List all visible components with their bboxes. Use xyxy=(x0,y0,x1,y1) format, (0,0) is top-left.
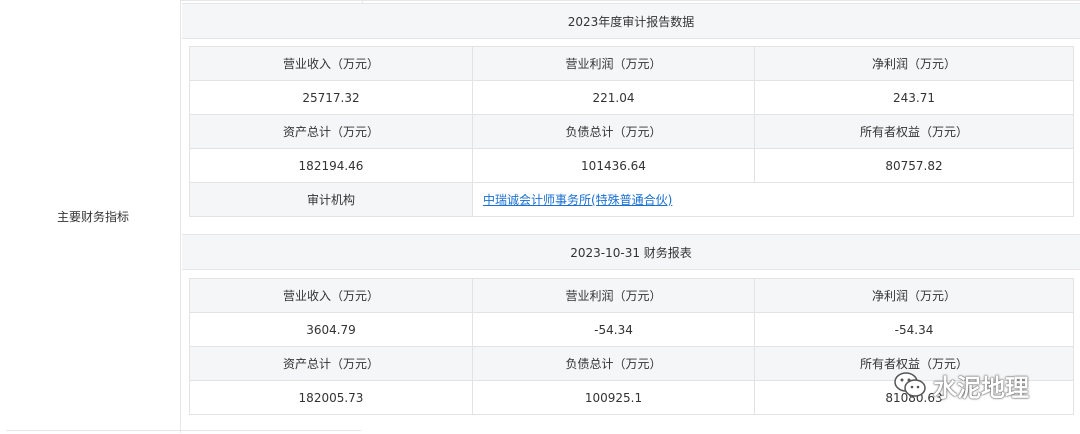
header-cell: 营业利润（万元） xyxy=(472,46,755,81)
header-cell: 负债总计（万元） xyxy=(472,346,755,381)
value-cell: 182005.73 xyxy=(189,380,473,415)
watermark-text: 水泥地理 xyxy=(933,373,1029,402)
section-header-interim-report: 2023-10-31 财务报表 xyxy=(182,234,1080,270)
value-cell: 101436.64 xyxy=(472,148,755,183)
value-cell: -54.34 xyxy=(472,312,755,347)
section-header-annual-audit: 2023年度审计报告数据 xyxy=(182,3,1080,39)
annual-audit-table: 营业收入（万元） 营业利润（万元） 净利润（万元） 25717.32 221.0… xyxy=(189,46,1074,217)
section-title: 2023-10-31 财务报表 xyxy=(570,245,692,260)
table-row: 审计机构 中瑞诚会计师事务所(特殊普通合伙) xyxy=(189,182,1074,217)
header-cell: 负债总计（万元） xyxy=(472,114,755,149)
header-cell: 所有者权益（万元） xyxy=(754,114,1074,149)
watermark: 水泥地理 xyxy=(893,368,1029,402)
header-cell: 净利润（万元） xyxy=(754,46,1074,81)
value-cell: 25717.32 xyxy=(189,80,473,115)
table-row: 25717.32 221.04 243.71 xyxy=(189,80,1074,115)
section-title: 2023年度审计报告数据 xyxy=(567,14,695,29)
auditor-link[interactable]: 中瑞诚会计师事务所(特殊普通合伙) xyxy=(483,193,672,207)
value-cell: 3604.79 xyxy=(189,312,473,347)
table-row: 3604.79 -54.34 -54.34 xyxy=(189,312,1074,347)
value-cell: 80757.82 xyxy=(754,148,1074,183)
row-label-cell: 主要财务指标 xyxy=(6,0,181,433)
auditor-label-cell: 审计机构 xyxy=(189,182,473,217)
auditor-value-cell: 中瑞诚会计师事务所(特殊普通合伙) xyxy=(472,182,1074,217)
table-row: 营业收入（万元） 营业利润（万元） 净利润（万元） xyxy=(189,278,1074,313)
table-row: 资产总计（万元） 负债总计（万元） 所有者权益（万元） xyxy=(189,114,1074,149)
value-cell: 221.04 xyxy=(472,80,755,115)
header-cell: 营业收入（万元） xyxy=(189,46,473,81)
table-row: 182194.46 101436.64 80757.82 xyxy=(189,148,1074,183)
wechat-icon xyxy=(894,372,926,397)
row-label: 主要财务指标 xyxy=(56,210,129,224)
bottom-divider xyxy=(6,430,361,434)
table-row: 营业收入（万元） 营业利润（万元） 净利润（万元） xyxy=(189,46,1074,81)
value-cell: 182194.46 xyxy=(189,148,473,183)
header-cell: 营业利润（万元） xyxy=(472,278,755,313)
header-cell: 营业收入（万元） xyxy=(189,278,473,313)
header-cell: 资产总计（万元） xyxy=(189,114,473,149)
header-cell: 净利润（万元） xyxy=(754,278,1074,313)
value-cell: -54.34 xyxy=(754,312,1074,347)
value-cell: 243.71 xyxy=(754,80,1074,115)
header-cell: 资产总计（万元） xyxy=(189,346,473,381)
value-cell: 100925.1 xyxy=(472,380,755,415)
